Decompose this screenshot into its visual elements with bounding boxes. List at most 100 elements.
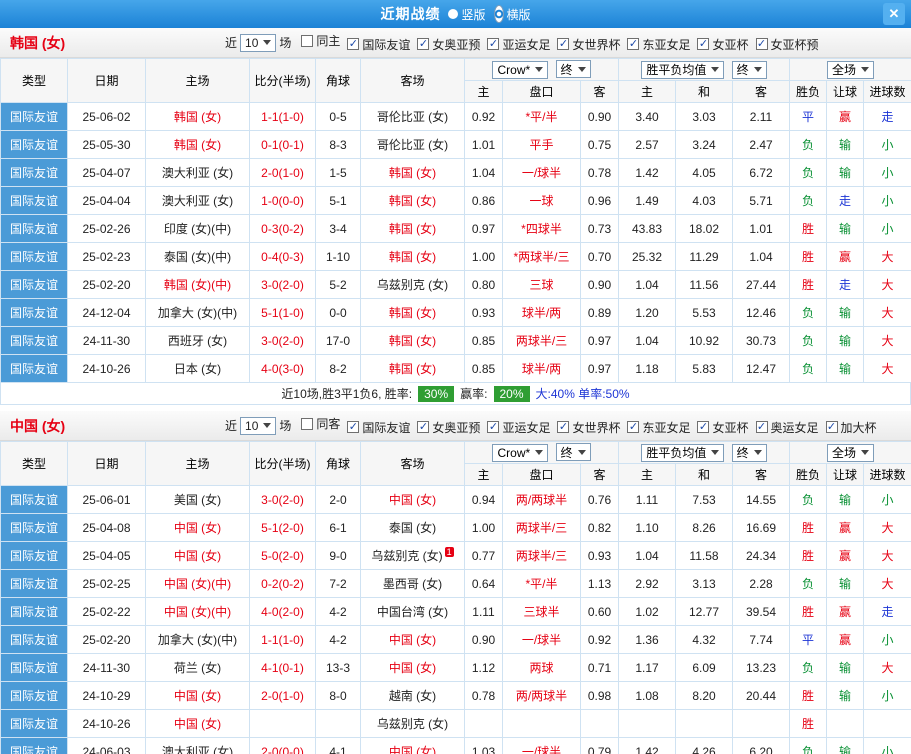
checkbox-checked-icon[interactable]: ✓: [627, 421, 640, 434]
filter-checkbox[interactable]: ✓ 亚运女足: [487, 36, 550, 53]
filter-checkbox[interactable]: 同客: [301, 415, 340, 432]
score-cell: 2-0(1-0): [249, 681, 316, 710]
filter-checkbox[interactable]: ✓ 国际友谊: [347, 419, 410, 436]
corner-cell: 4-2: [315, 597, 361, 626]
checkbox-checked-icon[interactable]: ✓: [417, 421, 430, 434]
home-team-cell: 中国 (女): [145, 681, 250, 710]
avg-home-cell: 3.40: [618, 102, 676, 131]
filter-checkbox[interactable]: ✓ 东亚女足: [627, 36, 690, 53]
checkbox-checked-icon[interactable]: ✓: [487, 421, 500, 434]
filter-checkbox[interactable]: ✓ 女亚杯: [697, 36, 749, 53]
score-cell: 2-0(0-0): [249, 737, 316, 754]
checkbox-checked-icon[interactable]: ✓: [755, 38, 768, 51]
home-team-cell: 中国 (女): [145, 541, 250, 570]
avg-company-select[interactable]: 胜平负均值: [641, 60, 725, 79]
col-header-odd-away: 客: [580, 80, 619, 103]
filter-checkbox[interactable]: ✓ 女奥亚预: [417, 419, 480, 436]
checkbox-checked-icon[interactable]: ✓: [347, 421, 360, 434]
checkbox-unchecked-icon[interactable]: [301, 34, 314, 47]
avg-company-select[interactable]: 胜平负均值: [641, 443, 725, 462]
match-count-select[interactable]: 10: [240, 33, 277, 52]
away-team-cell: 中国 (女): [360, 653, 465, 682]
avg-away-cell: 30.73: [731, 326, 791, 355]
matches-label: 场: [279, 419, 292, 433]
corner-cell: 4-2: [315, 625, 361, 654]
filter-checkbox[interactable]: ✓ 奥运女足: [755, 419, 819, 436]
avg-away-cell: 12.46: [731, 298, 791, 327]
avg-group-header: 胜平负均值 终: [617, 58, 791, 81]
filter-checkbox[interactable]: ✓ 女奥亚预: [417, 36, 480, 53]
checkbox-checked-icon[interactable]: ✓: [627, 38, 640, 51]
away-odds-cell: 0.89: [580, 298, 619, 327]
cover-rate-badge: 20%: [493, 385, 530, 402]
close-button[interactable]: ✕: [883, 3, 905, 25]
home-odds-cell: 0.64: [464, 569, 503, 598]
avg-draw-cell: 5.83: [675, 354, 733, 383]
fulltime-select[interactable]: 全场: [827, 60, 875, 79]
filter-checkbox[interactable]: ✓ 女亚杯预: [755, 36, 819, 53]
odds-company-select[interactable]: Crow*: [492, 443, 549, 462]
chevron-down-icon: [577, 449, 586, 455]
layout-radio-horizontal[interactable]: 横版: [493, 5, 531, 23]
radio-icon[interactable]: [448, 9, 459, 19]
handicap-cell: 一/球半: [502, 158, 581, 187]
avg-stage-select[interactable]: 终: [731, 60, 767, 79]
avg-away-cell: 6.72: [731, 158, 791, 187]
home-team-cell: 加拿大 (女)(中): [145, 298, 250, 327]
close-icon: ✕: [888, 6, 900, 21]
result-goals-cell: 小: [863, 158, 911, 187]
fulltime-select[interactable]: 全场: [827, 443, 875, 462]
match-row: 国际友谊 25-02-26 印度 (女)(中) 0-3(0-2) 3-4 韩国 (女) 0.…: [0, 214, 911, 243]
odds-stage-select[interactable]: 终: [555, 60, 591, 79]
handicap-cell: 一/球半: [502, 625, 581, 654]
avg-home-cell: 1.20: [618, 298, 676, 327]
result-goals-cell: 大: [863, 653, 911, 682]
checkbox-checked-icon[interactable]: ✓: [825, 421, 838, 434]
layout-radio-vertical[interactable]: 竖版: [448, 6, 486, 23]
filter-checkbox[interactable]: ✓ 亚运女足: [487, 419, 550, 436]
avg-draw-cell: 3.24: [675, 130, 733, 159]
checkbox-checked-icon[interactable]: ✓: [417, 38, 430, 51]
corner-cell: 9-0: [315, 541, 361, 570]
away-odds-cell: 0.98: [580, 681, 619, 710]
result-handicap-cell: 输: [826, 298, 865, 327]
odds-stage-select[interactable]: 终: [555, 443, 591, 462]
match-row: 国际友谊 25-06-01 美国 (女) 3-0(2-0) 2-0 中国 (女) 0.94 两…: [0, 485, 911, 514]
home-odds-cell: 0.78: [464, 681, 503, 710]
chevron-down-icon: [263, 423, 272, 428]
filter-checkbox[interactable]: ✓ 国际友谊: [347, 36, 410, 53]
filter-checkbox[interactable]: ✓ 女世界杯: [557, 36, 620, 53]
avg-stage-select[interactable]: 终: [731, 443, 767, 462]
filter-checkbox[interactable]: ✓ 女亚杯: [697, 419, 749, 436]
checkbox-checked-icon[interactable]: ✓: [697, 421, 710, 434]
checkbox-checked-icon[interactable]: ✓: [697, 38, 710, 51]
filter-checkbox[interactable]: 同主: [301, 32, 340, 49]
score-cell: 5-1(1-0): [249, 298, 316, 327]
corner-cell: 8-0: [315, 681, 361, 710]
avg-group-header: 胜平负均值 终: [617, 441, 791, 464]
filter-checkbox[interactable]: ✓ 东亚女足: [627, 419, 690, 436]
avg-home-cell: 1.11: [618, 485, 676, 514]
filter-checkbox-label: 加大杯: [840, 420, 877, 435]
summary-text: 近10场,胜3平1负6, 胜率:: [281, 387, 413, 401]
filter-checkbox[interactable]: ✓ 加大杯: [825, 419, 877, 436]
away-odds-cell: 0.92: [580, 625, 619, 654]
away-odds-cell: 0.75: [580, 130, 619, 159]
checkbox-checked-icon[interactable]: ✓: [347, 38, 360, 51]
handicap-cell: 两球半/三: [502, 541, 581, 570]
summary-goals-text: 大:40% 单率:50%: [535, 387, 630, 401]
result-goals-cell: [863, 709, 911, 738]
checkbox-unchecked-icon[interactable]: [301, 417, 314, 430]
checkbox-checked-icon[interactable]: ✓: [557, 421, 570, 434]
odds-company-select[interactable]: Crow*: [492, 60, 549, 79]
checkbox-checked-icon[interactable]: ✓: [487, 38, 500, 51]
score-cell: 5-0(2-0): [249, 541, 316, 570]
result-handicap-cell: 赢: [826, 597, 865, 626]
checkbox-checked-icon[interactable]: ✓: [557, 38, 570, 51]
filter-checkbox[interactable]: ✓ 女世界杯: [557, 419, 620, 436]
checkbox-checked-icon[interactable]: ✓: [755, 421, 768, 434]
match-count-select[interactable]: 10: [240, 416, 277, 435]
radio-selected-icon[interactable]: [493, 5, 504, 23]
home-team-cell: 加拿大 (女)(中): [145, 625, 250, 654]
away-team-cell: 中国台湾 (女): [360, 597, 465, 626]
